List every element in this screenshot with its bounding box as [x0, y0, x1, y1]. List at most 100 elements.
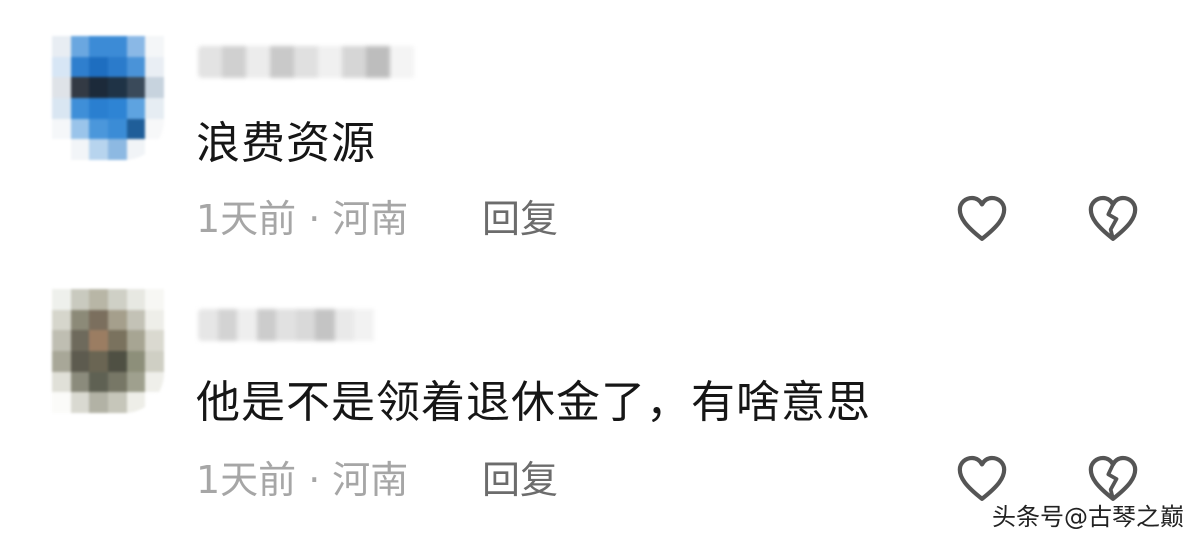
- avatar[interactable]: [52, 289, 164, 413]
- username-pixel: [198, 309, 218, 341]
- avatar-pixel: [107, 309, 127, 331]
- broken-heart-icon[interactable]: [1085, 191, 1141, 247]
- avatar-pixel: [70, 56, 90, 78]
- meta-separator: ·: [308, 458, 321, 502]
- avatar-pixel: [126, 330, 146, 351]
- avatar-pixel: [52, 330, 71, 351]
- avatar-pixel: [52, 118, 71, 140]
- comment-text: 浪费资源: [196, 118, 376, 169]
- comment-item: 浪费资源 1天前 · 河南 回复: [0, 0, 1200, 265]
- avatar-pixel: [89, 139, 108, 160]
- username-pixel: [315, 309, 335, 341]
- avatar-pixel: [52, 56, 71, 78]
- avatar-pixel: [89, 371, 108, 393]
- avatar-pixel: [107, 350, 127, 372]
- avatar-pixel: [145, 330, 164, 351]
- username-blurred[interactable]: [198, 309, 393, 341]
- avatar-pixel: [89, 350, 108, 372]
- comment-meta: 1天前 · 河南: [196, 461, 408, 499]
- avatar-pixel: [107, 118, 127, 140]
- avatar-pixel: [70, 139, 90, 160]
- avatar-pixel: [107, 36, 127, 57]
- avatar-pixel: [70, 309, 90, 331]
- reply-button[interactable]: 回复: [482, 461, 558, 499]
- avatar-pixel: [70, 118, 90, 140]
- avatar-pixel: [70, 77, 90, 98]
- avatar-pixel: [89, 77, 108, 98]
- username-pixel: [373, 309, 393, 341]
- avatar-pixel: [107, 139, 127, 160]
- username-pixel: [246, 46, 270, 78]
- heart-outline-icon[interactable]: [954, 191, 1010, 247]
- avatar-pixel: [107, 371, 127, 393]
- avatar-pixel: [52, 289, 71, 310]
- avatar-pixel: [145, 309, 164, 331]
- avatar-pixel: [126, 371, 146, 393]
- avatar-pixel: [89, 289, 108, 310]
- avatar-pixel: [145, 371, 164, 393]
- username-pixel: [390, 46, 414, 78]
- avatar-pixel: [89, 97, 108, 119]
- avatar-pixel: [126, 289, 146, 310]
- avatar[interactable]: [52, 36, 164, 160]
- username-pixel: [318, 46, 342, 78]
- avatar-pixels: [52, 36, 164, 160]
- avatar-pixel: [126, 36, 146, 57]
- username-pixel: [354, 309, 374, 341]
- comment-time: 1天前: [196, 458, 297, 502]
- avatar-pixel: [52, 309, 71, 331]
- avatar-pixel: [89, 392, 108, 413]
- comment-location: 河南: [332, 197, 409, 241]
- username-pixel: [295, 309, 315, 341]
- avatar-pixel: [145, 350, 164, 372]
- username-pixel: [237, 309, 257, 341]
- comment-item: 他是不是领着退休金了，有啥意思 1天前 · 河南 回复: [0, 265, 1200, 530]
- avatar-pixel: [70, 350, 90, 372]
- avatar-pixel: [107, 77, 127, 98]
- avatar-pixel: [52, 36, 71, 57]
- avatar-pixel: [52, 97, 71, 119]
- avatar-pixel: [89, 309, 108, 331]
- comment-meta: 1天前 · 河南: [196, 200, 408, 238]
- username-pixel: [217, 309, 237, 341]
- avatar-pixel: [107, 392, 127, 413]
- avatar-pixel: [126, 97, 146, 119]
- username-pixel: [276, 309, 296, 341]
- avatar-pixel: [70, 330, 90, 351]
- avatar-pixel: [52, 77, 71, 98]
- comment-time: 1天前: [196, 197, 297, 241]
- avatar-pixel: [107, 289, 127, 310]
- avatar-pixel: [52, 392, 71, 413]
- avatar-pixel: [52, 139, 71, 160]
- avatar-pixel: [107, 97, 127, 119]
- avatar-pixel: [70, 371, 90, 393]
- avatar-pixel: [126, 350, 146, 372]
- avatar-pixel: [145, 97, 164, 119]
- avatar-pixel: [145, 139, 164, 160]
- avatar-pixel: [145, 56, 164, 78]
- avatar-pixel: [145, 77, 164, 98]
- avatar-pixel: [70, 289, 90, 310]
- username-blurred[interactable]: [198, 46, 438, 78]
- avatar-pixel: [126, 392, 146, 413]
- avatar-pixel: [145, 36, 164, 57]
- username-pixel: [366, 46, 390, 78]
- avatar-pixel: [70, 392, 90, 413]
- avatar-pixel: [126, 56, 146, 78]
- avatar-pixel: [126, 309, 146, 331]
- avatar-pixel: [126, 139, 146, 160]
- username-pixel: [334, 309, 354, 341]
- avatar-pixel: [89, 36, 108, 57]
- avatar-pixel: [89, 118, 108, 140]
- username-pixel: [270, 46, 294, 78]
- reply-button[interactable]: 回复: [482, 200, 558, 238]
- avatar-pixels: [52, 289, 164, 413]
- watermark: 头条号@古琴之巅: [992, 503, 1184, 531]
- avatar-pixel: [52, 350, 71, 372]
- username-pixel: [414, 46, 438, 78]
- avatar-pixel: [126, 118, 146, 140]
- meta-separator: ·: [308, 197, 321, 241]
- username-pixel: [256, 309, 276, 341]
- avatar-pixel: [89, 330, 108, 351]
- comment-text: 他是不是领着退休金了，有啥意思: [196, 377, 871, 428]
